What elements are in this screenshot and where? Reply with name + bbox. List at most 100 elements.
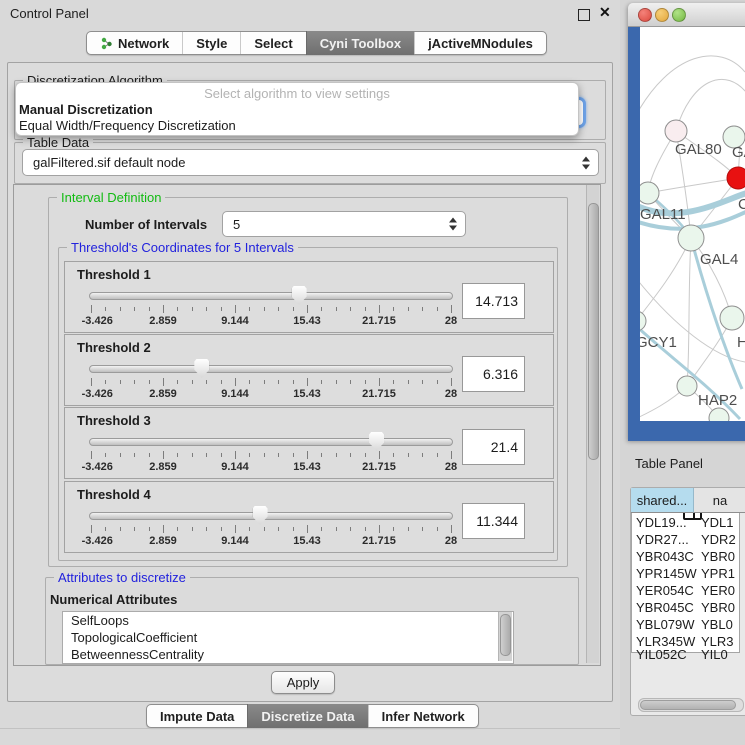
tab-cyni-toolbox[interactable]: Cyni Toolbox <box>306 31 414 55</box>
table-row[interactable]: YBR043CYBR0 <box>631 548 740 565</box>
network-canvas[interactable]: GAL80 GA C GAL11 GAL4 GCY1 H HAP2 <box>640 27 745 421</box>
cell-shared-name[interactable]: YDL19... <box>631 514 698 531</box>
table-data-combobox[interactable]: galFiltered.sif default node <box>22 149 599 176</box>
list-item[interactable]: BetweennessCentrality <box>63 646 513 663</box>
cell-shared-name[interactable]: YBR045C <box>631 599 698 616</box>
node-hap2[interactable] <box>677 376 697 396</box>
zoom-traffic-light-icon[interactable] <box>672 8 686 22</box>
hscrollbar-thumb[interactable] <box>640 700 736 710</box>
slider-thumb[interactable] <box>253 506 268 525</box>
slider-thumb[interactable] <box>194 359 209 378</box>
number-of-intervals-combobox[interactable]: 5 <box>222 211 466 237</box>
threshold-1-value-field[interactable]: 14.713 <box>462 283 525 319</box>
tab-label: Network <box>118 36 169 51</box>
tab-network[interactable]: Network <box>87 32 182 54</box>
vscrollbar-thumb[interactable] <box>500 614 511 656</box>
network-window-titlebar[interactable] <box>628 3 745 27</box>
threshold-4-value-field[interactable]: 11.344 <box>462 503 525 539</box>
slider-tick-labels: -3.4262.8599.14415.4321.71528 <box>91 388 451 400</box>
tab-jactivemnodules[interactable]: jActiveMNodules <box>414 32 546 54</box>
slider-thumb[interactable] <box>369 432 384 451</box>
column-header-shared-name[interactable]: shared... <box>631 488 694 513</box>
threshold-2-slider[interactable]: -3.4262.8599.14415.4321.71528 <box>89 359 453 401</box>
node-gcy1[interactable] <box>640 311 646 331</box>
cell-shared-name[interactable]: YPR145W <box>631 565 698 582</box>
slider-tick-label: 2.859 <box>149 315 177 327</box>
tab-select[interactable]: Select <box>240 32 305 54</box>
threshold-3-value-field[interactable]: 21.4 <box>462 429 525 465</box>
table-row[interactable]: YDR27...YDR2 <box>631 531 740 548</box>
cell-name[interactable]: YBL0 <box>698 616 740 633</box>
cell-name[interactable]: YER0 <box>698 582 740 599</box>
slider-ticks <box>91 451 451 459</box>
threshold-1-slider[interactable]: -3.4262.8599.14415.4321.71528 <box>89 286 453 328</box>
tab-style[interactable]: Style <box>182 32 240 54</box>
cell-shared-name[interactable]: YBL079W <box>631 616 698 633</box>
dropdown-option-manual[interactable]: Manual Discretization <box>19 102 153 118</box>
vscrollbar-thumb[interactable] <box>588 203 599 460</box>
table-row[interactable]: YIL052CYIL0 <box>631 646 740 653</box>
attributes-list-scrollbar[interactable] <box>498 612 512 661</box>
table-header-row: shared... na <box>631 488 740 513</box>
float-icon[interactable] <box>578 9 590 21</box>
table-hscrollbar[interactable] <box>638 698 744 712</box>
slider-track[interactable] <box>89 292 453 300</box>
dropdown-option-equal-width[interactable]: Equal Width/Frequency Discretization <box>19 118 236 134</box>
threshold-4-slider[interactable]: -3.4262.8599.14415.4321.71528 <box>89 506 453 548</box>
slider-track[interactable] <box>89 512 453 520</box>
cell-shared-name[interactable]: YER054C <box>631 582 698 599</box>
cell-name[interactable]: YBR0 <box>698 548 740 565</box>
threshold-2-label: Threshold 2 <box>77 340 151 355</box>
table-row[interactable]: YBR045CYBR0 <box>631 599 740 616</box>
slider-tick-label: 28 <box>445 388 457 400</box>
close-icon[interactable]: ✕ <box>599 4 611 21</box>
threshold-2-panel: Threshold 2 -3.4262.8599.14415.4321.7152… <box>64 334 554 406</box>
slider-track[interactable] <box>89 365 453 373</box>
slider-tick-labels: -3.4262.8599.14415.4321.71528 <box>91 315 451 327</box>
slider-track[interactable] <box>89 438 453 446</box>
tab-impute-data[interactable]: Impute Data <box>147 705 247 727</box>
slider-thumb[interactable] <box>292 286 307 305</box>
threshold-4-label: Threshold 4 <box>77 487 151 502</box>
node-right[interactable] <box>720 306 744 330</box>
table-row[interactable]: YPR145WYPR1 <box>631 565 740 582</box>
slider-tick-label: 21.715 <box>362 535 396 547</box>
table-row[interactable]: YDL19...YDL1 <box>631 514 740 531</box>
table-data-value: galFiltered.sif default node <box>33 155 185 170</box>
cell-shared-name[interactable]: YDR27... <box>631 531 698 548</box>
cell-name[interactable]: YDR2 <box>698 531 740 548</box>
threshold-3-slider[interactable]: -3.4262.8599.14415.4321.71528 <box>89 432 453 474</box>
tab-label: Impute Data <box>160 709 234 724</box>
apply-button[interactable]: Apply <box>271 671 335 694</box>
cell-shared-name[interactable]: YBR043C <box>631 548 698 565</box>
threshold-2-value-field[interactable]: 6.316 <box>462 356 525 392</box>
tab-discretize-data[interactable]: Discretize Data <box>247 704 367 728</box>
node-gal4[interactable] <box>678 225 704 251</box>
table-data-group-title: Table Data <box>23 135 93 150</box>
tab-infer-network[interactable]: Infer Network <box>368 705 478 727</box>
network-view-window: GAL80 GA C GAL11 GAL4 GCY1 H HAP2 <box>628 3 745 441</box>
numerical-attributes-list[interactable]: SelfLoops TopologicalCoefficient Between… <box>62 611 514 664</box>
cell-name[interactable]: YBR0 <box>698 599 740 616</box>
node-gal11[interactable] <box>640 182 659 204</box>
list-item[interactable]: TopologicalCoefficient <box>63 629 513 646</box>
algorithm-dropdown-popup: Select algorithm to view settings Manual… <box>15 82 579 136</box>
threshold-3-panel: Threshold 3 -3.4262.8599.14415.4321.7152… <box>64 407 554 479</box>
node-label-partial-c: C <box>738 196 745 213</box>
network-window-frame: GAL80 GA C GAL11 GAL4 GCY1 H HAP2 <box>628 27 745 441</box>
cell-name[interactable]: YDL1 <box>698 514 740 531</box>
number-of-intervals-label: Number of Intervals <box>85 217 207 232</box>
cell-shared-name[interactable]: YIL052C <box>631 646 698 653</box>
node-red[interactable] <box>727 167 745 189</box>
table-row[interactable]: YBL079WYBL0 <box>631 616 740 633</box>
app-root: Control Panel ✕ Network Style Select Cyn… <box>0 0 745 745</box>
cell-name[interactable]: YPR1 <box>698 565 740 582</box>
column-header-name[interactable]: na <box>694 488 740 513</box>
node-gal80[interactable] <box>665 120 687 142</box>
cell-name[interactable]: YIL0 <box>698 646 740 653</box>
table-row[interactable]: YER054CYER0 <box>631 582 740 599</box>
list-item[interactable]: SelfLoops <box>63 612 513 629</box>
minimize-traffic-light-icon[interactable] <box>655 8 669 22</box>
settings-vscrollbar[interactable] <box>586 185 599 663</box>
close-traffic-light-icon[interactable] <box>638 8 652 22</box>
